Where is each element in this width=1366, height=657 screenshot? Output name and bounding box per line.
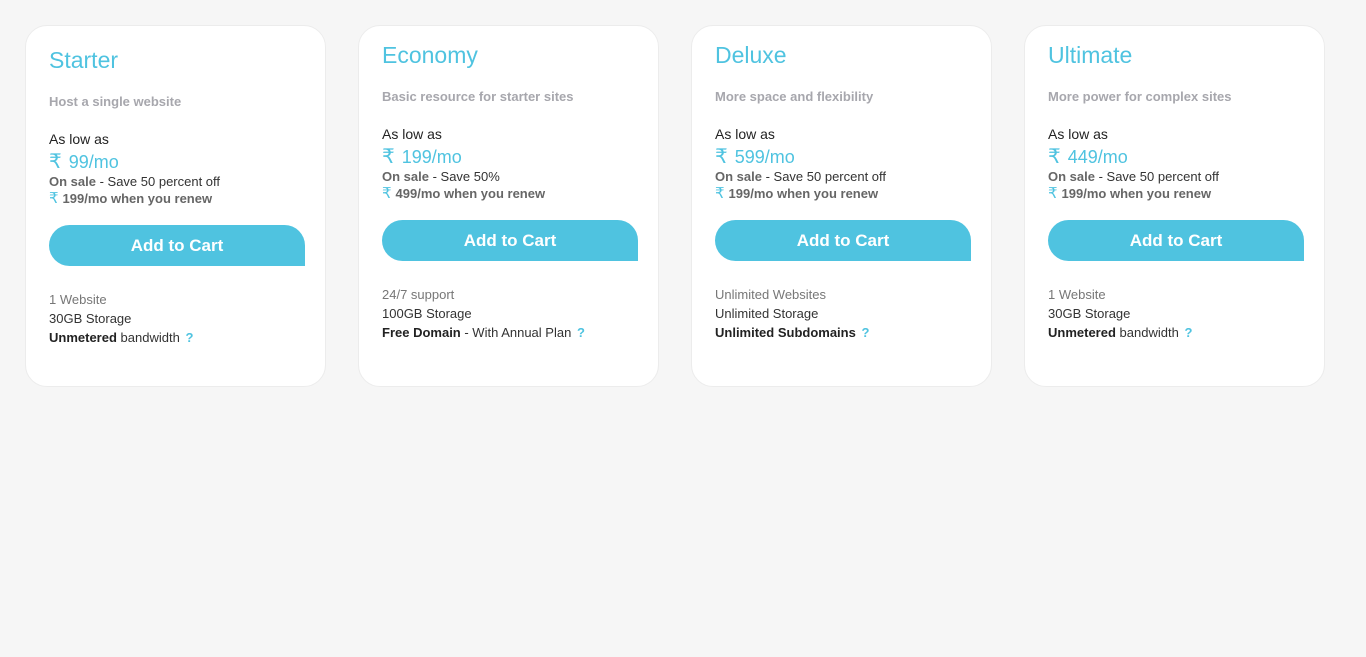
price-value: 599/mo	[734, 147, 795, 167]
price-value: 199/mo	[401, 147, 462, 167]
feature-item: Unlimited Storage	[715, 306, 819, 321]
plan-title: Economy	[382, 42, 478, 68]
plan-price: ₹ 199/mo	[382, 146, 636, 168]
feature-text: - With Annual Plan	[460, 325, 572, 340]
feature-item: Unmetered bandwidth ?	[1048, 323, 1302, 342]
feature-list: 24/7 support 100GB Storage Free Domain -…	[382, 285, 636, 342]
sale-note: On sale - Save 50 percent off	[715, 168, 969, 185]
sale-text: - Save 50 percent off	[95, 174, 221, 189]
feature-text: bandwidth	[116, 330, 180, 345]
plan-title: Starter	[49, 47, 119, 73]
as-low-as-label: As low as	[715, 126, 775, 142]
plan-card-deluxe: Deluxe More space and flexibility As low…	[691, 25, 992, 387]
help-icon[interactable]: ?	[577, 325, 585, 340]
renew-text: 199/mo when you renew	[62, 191, 213, 206]
rupee-icon: ₹	[49, 190, 59, 207]
as-low-as-label: As low as	[49, 131, 109, 147]
sale-note: On sale - Save 50 percent off	[1048, 168, 1302, 185]
feature-item: Unlimited Websites	[715, 287, 827, 302]
plan-subtitle: More power for complex sites	[1048, 89, 1232, 104]
plan-price: ₹ 99/mo	[49, 151, 303, 173]
rupee-icon: ₹	[715, 146, 728, 168]
help-icon[interactable]: ?	[1184, 325, 1192, 340]
add-to-cart-button[interactable]: Add to Cart	[382, 220, 638, 261]
feature-item: 24/7 support	[382, 287, 455, 302]
feature-bold: Unlimited Subdomains	[715, 325, 856, 340]
feature-item: Unlimited Subdomains ?	[715, 323, 969, 342]
plan-card-ultimate: Ultimate More power for complex sites As…	[1024, 25, 1325, 387]
pricing-cards: Starter Host a single website As low as …	[0, 0, 1366, 657]
as-low-as-label: As low as	[1048, 126, 1108, 142]
sale-text: - Save 50 percent off	[1094, 169, 1220, 184]
add-to-cart-button[interactable]: Add to Cart	[715, 220, 971, 261]
feature-item: 30GB Storage	[1048, 306, 1131, 321]
feature-bold: Free Domain	[382, 325, 461, 340]
renew-note: ₹ 199/mo when you renew	[715, 185, 969, 202]
plan-price: ₹ 599/mo	[715, 146, 969, 168]
renew-text: 199/mo when you renew	[1061, 186, 1212, 201]
help-icon[interactable]: ?	[861, 325, 869, 340]
plan-title: Ultimate	[1048, 42, 1133, 68]
plan-card-starter: Starter Host a single website As low as …	[25, 25, 326, 387]
sale-label: On sale	[382, 169, 429, 184]
feature-item: 100GB Storage	[382, 306, 472, 321]
rupee-icon: ₹	[382, 185, 392, 202]
feature-item: 1 Website	[1048, 287, 1106, 302]
plan-title: Deluxe	[715, 42, 787, 68]
feature-text: bandwidth	[1115, 325, 1179, 340]
rupee-icon: ₹	[1048, 185, 1058, 202]
sale-note: On sale - Save 50%	[382, 168, 636, 185]
sale-text: - Save 50 percent off	[761, 169, 887, 184]
renew-note: ₹ 199/mo when you renew	[49, 190, 303, 207]
feature-item: Unmetered bandwidth ?	[49, 328, 303, 347]
plan-subtitle: Basic resource for starter sites	[382, 89, 574, 104]
rupee-icon: ₹	[49, 151, 62, 173]
renew-note: ₹ 499/mo when you renew	[382, 185, 636, 202]
feature-item: Free Domain - With Annual Plan ?	[382, 323, 636, 342]
sale-text: - Save 50%	[428, 169, 500, 184]
price-value: 449/mo	[1067, 147, 1128, 167]
rupee-icon: ₹	[1048, 146, 1061, 168]
sale-label: On sale	[715, 169, 762, 184]
plan-card-economy: Economy Basic resource for starter sites…	[358, 25, 659, 387]
feature-item: 30GB Storage	[49, 311, 132, 326]
add-to-cart-button[interactable]: Add to Cart	[49, 225, 305, 266]
as-low-as-label: As low as	[382, 126, 442, 142]
renew-text: 199/mo when you renew	[728, 186, 879, 201]
rupee-icon: ₹	[382, 146, 395, 168]
feature-bold: Unmetered	[49, 330, 117, 345]
feature-bold: Unmetered	[1048, 325, 1116, 340]
rupee-icon: ₹	[715, 185, 725, 202]
sale-note: On sale - Save 50 percent off	[49, 173, 303, 190]
plan-subtitle: Host a single website	[49, 94, 182, 109]
feature-list: Unlimited Websites Unlimited Storage Unl…	[715, 285, 969, 342]
feature-list: 1 Website 30GB Storage Unmetered bandwid…	[1048, 285, 1302, 342]
price-value: 99/mo	[68, 152, 119, 172]
plan-price: ₹ 449/mo	[1048, 146, 1302, 168]
feature-list: 1 Website 30GB Storage Unmetered bandwid…	[49, 290, 303, 347]
plan-subtitle: More space and flexibility	[715, 89, 874, 104]
add-to-cart-button[interactable]: Add to Cart	[1048, 220, 1304, 261]
sale-label: On sale	[49, 174, 96, 189]
renew-text: 499/mo when you renew	[395, 186, 546, 201]
sale-label: On sale	[1048, 169, 1095, 184]
renew-note: ₹ 199/mo when you renew	[1048, 185, 1302, 202]
feature-item: 1 Website	[49, 292, 107, 307]
help-icon[interactable]: ?	[185, 330, 193, 345]
